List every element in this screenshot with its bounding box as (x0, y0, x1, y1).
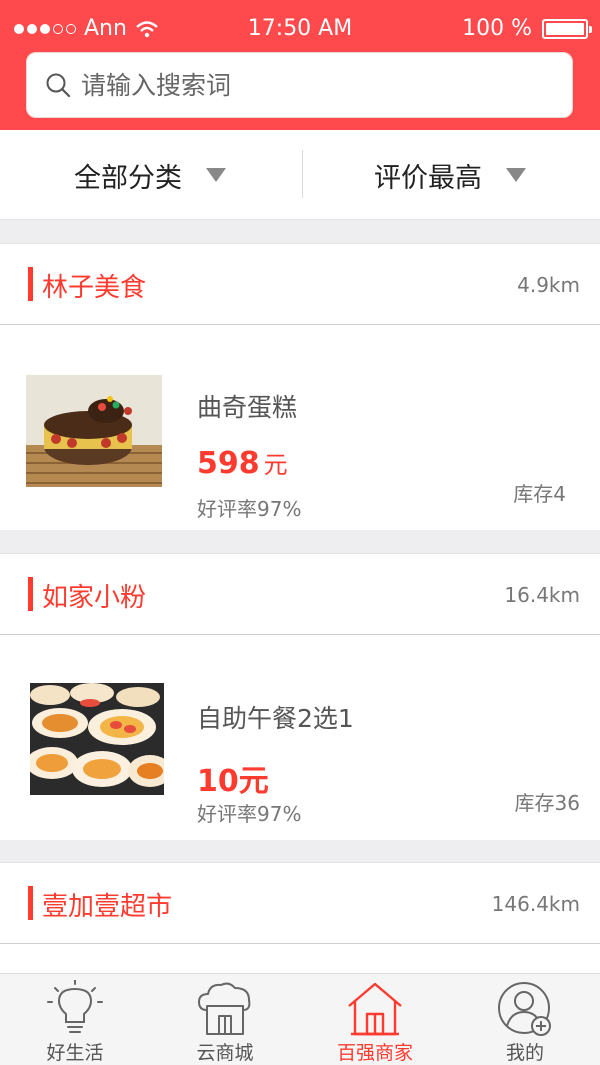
search-icon (46, 73, 71, 98)
tab-label: 百强商家 (336, 1042, 413, 1064)
tab-top-merchants[interactable]: 百强商家 (300, 974, 450, 1065)
tab-label: 我的 (505, 1042, 544, 1064)
product-price: 598 元 (197, 445, 288, 481)
shop-accent-bar (28, 267, 33, 301)
shop-distance: 146.4km (491, 892, 580, 916)
shop-header[interactable]: 如家小粉 16.4km (0, 553, 600, 635)
shop-header[interactable]: 壹加壹超市 146.4km (0, 862, 600, 944)
product-image-lunch[interactable] (30, 683, 164, 795)
filter-sort-label: 评价最高 (374, 162, 482, 194)
shop-distance: 4.9km (517, 273, 580, 297)
shop-name: 林子美食 (42, 273, 147, 303)
price-unit: 元 (238, 764, 269, 799)
product-item (0, 944, 600, 973)
product-name: 曲奇蛋糕 (197, 393, 298, 422)
price-value: 598 (197, 446, 260, 481)
lightbulb-icon (47, 980, 103, 1033)
filter-sort[interactable]: 评价最高 (300, 130, 600, 220)
battery-level (546, 22, 584, 35)
caret-down-icon (506, 168, 526, 182)
tab-label: 好生活 (46, 1042, 104, 1064)
filter-bar: 全部分类 评价最高 (0, 130, 600, 220)
shop-header[interactable]: 林子美食 4.9km (0, 243, 600, 325)
tab-cloud-mall[interactable]: 云商城 (150, 974, 300, 1065)
cloud-store-icon (198, 982, 251, 1035)
header: Ann 17:50 AM 100 % (0, 0, 600, 130)
shop-distance: 16.4km (504, 583, 580, 607)
user-add-icon (498, 982, 551, 1036)
tab-good-life[interactable]: 好生活 (0, 974, 150, 1065)
search-bar[interactable] (26, 52, 573, 118)
battery-icon (542, 18, 592, 39)
product-item[interactable]: 曲奇蛋糕 598 元 好评率97% 库存4 (0, 325, 600, 530)
product-stock: 库存4 (513, 482, 566, 506)
filter-divider (302, 150, 303, 198)
status-right: 100 % (462, 16, 592, 41)
product-name: 自助午餐2选1 (197, 704, 354, 733)
price-value: 10 (197, 764, 239, 799)
shop-accent-bar (28, 886, 33, 920)
search-input[interactable] (81, 70, 521, 100)
tab-label: 云商城 (196, 1042, 254, 1064)
product-price: 10元 (197, 756, 269, 800)
filter-category-label: 全部分类 (74, 162, 182, 194)
product-rating: 好评率97% (197, 802, 302, 826)
price-unit: 元 (263, 451, 288, 479)
caret-down-icon (206, 168, 226, 182)
product-image-cake[interactable] (26, 375, 162, 487)
tab-mine[interactable]: 我的 (450, 974, 600, 1065)
product-rating: 好评率97% (197, 497, 302, 521)
status-bar: Ann 17:50 AM 100 % (0, 0, 600, 54)
tab-bar: 好生活 云商城 百强商家 我的 (0, 973, 600, 1065)
house-icon (348, 982, 402, 1036)
shop-accent-bar (28, 577, 33, 611)
product-item[interactable]: 自助午餐2选1 10元 好评率97% 库存36 (0, 635, 600, 840)
shop-name: 壹加壹超市 (42, 892, 173, 922)
shop-name: 如家小粉 (42, 583, 147, 613)
filter-category[interactable]: 全部分类 (0, 130, 300, 220)
product-stock: 库存36 (514, 791, 580, 815)
battery-percent: 100 % (462, 16, 532, 41)
